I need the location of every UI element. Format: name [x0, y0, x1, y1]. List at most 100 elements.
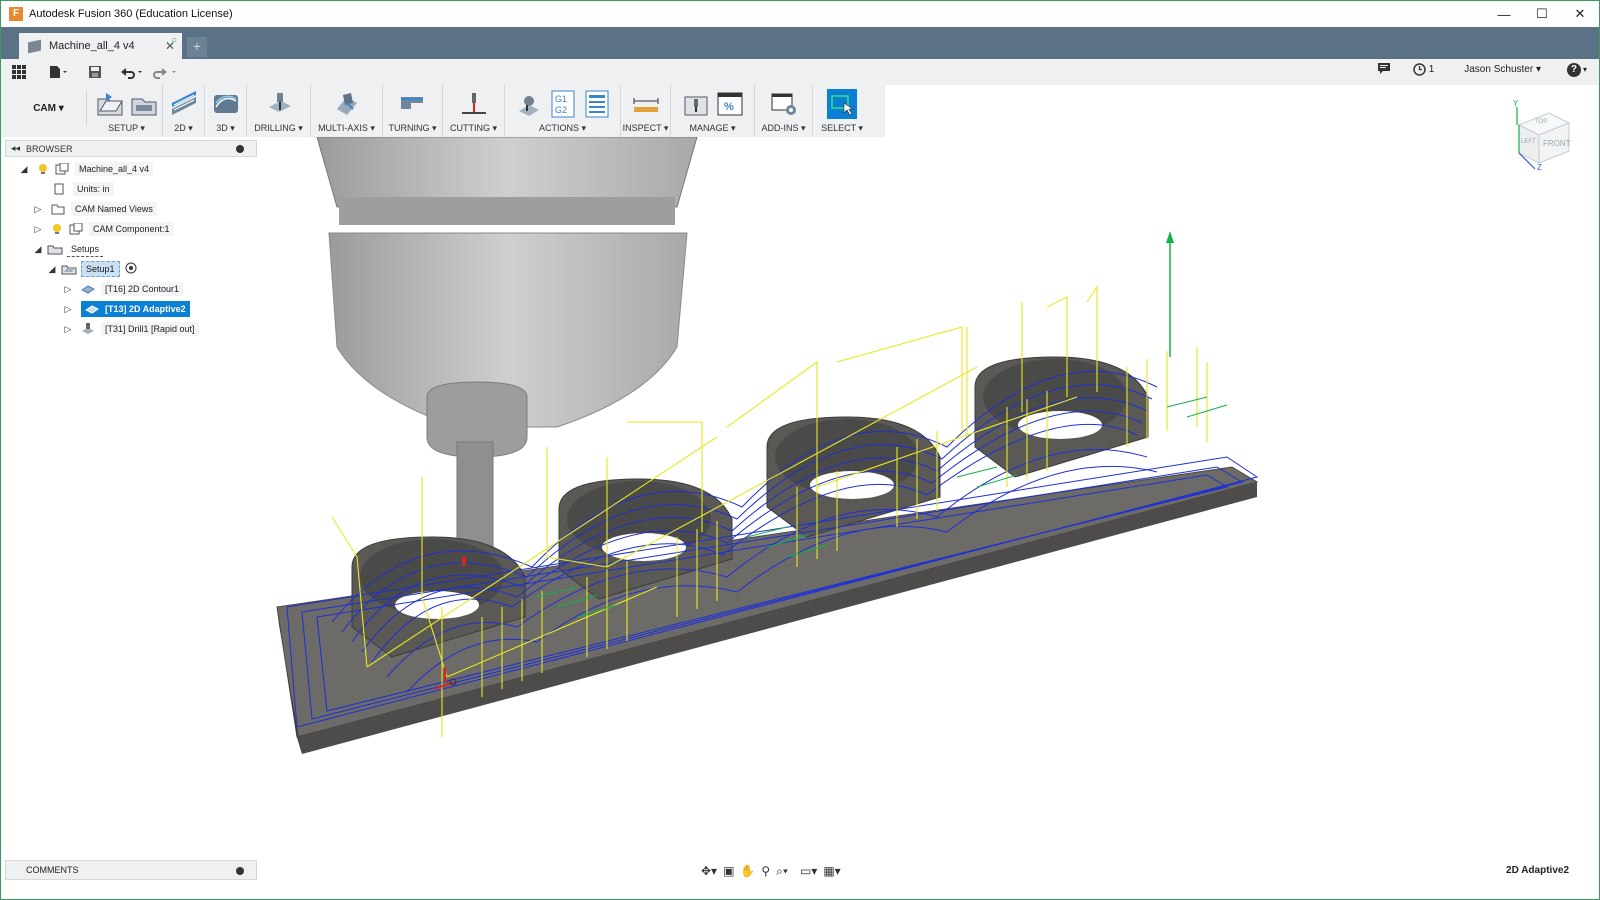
turning-group[interactable]: TURNING ▾ [383, 85, 443, 137]
redo-icon[interactable] [151, 62, 179, 82]
panel-options-icon[interactable] [236, 145, 244, 153]
multi-axis-group[interactable]: MULTI-AXIS ▾ [311, 85, 383, 137]
new-tab-button[interactable]: + [187, 37, 207, 57]
manage-group[interactable]: % MANAGE ▾ [671, 85, 755, 137]
turning-profile-icon[interactable] [398, 89, 428, 119]
expand-triangle-icon[interactable]: ▷ [33, 224, 43, 235]
selected-operation[interactable]: [T13] 2D Adaptive2 [81, 301, 190, 317]
user-account-menu[interactable]: Jason Schuster ▾ [1464, 64, 1541, 75]
swarf-icon[interactable] [332, 89, 362, 119]
display-settings-icon[interactable]: ▭▾ [800, 864, 817, 878]
stock-setup-icon[interactable] [129, 89, 159, 119]
simulate-icon[interactable] [514, 89, 544, 119]
2d-group[interactable]: 2D ▾ [163, 85, 205, 137]
maximize-button[interactable]: ☐ [1523, 1, 1561, 27]
tool-library-icon[interactable] [681, 89, 711, 119]
measure-icon[interactable] [631, 89, 661, 119]
job-count: 1 [1428, 64, 1435, 75]
drill-operation-icon [81, 323, 95, 335]
waterjet-icon[interactable] [459, 89, 489, 119]
adaptive-operation-icon [85, 305, 99, 314]
viewcube-left-label[interactable]: LEFT [1521, 139, 1536, 145]
tree-row-operation[interactable]: ▷ [T31] Drill1 [Rapid out] [63, 320, 199, 338]
expand-triangle-icon[interactable]: ▷ [63, 304, 73, 315]
comments-panel[interactable]: COMMENTS [5, 860, 257, 880]
drilling-group[interactable]: DRILLING ▾ [247, 85, 311, 137]
select-window-icon[interactable] [827, 89, 857, 119]
cutting-group-label: CUTTING ▾ [449, 123, 497, 133]
select-group[interactable]: SELECT ▾ [813, 85, 871, 137]
zoom-icon[interactable]: ⚲ [761, 864, 770, 878]
setup-group[interactable]: SETUP ▾ [91, 85, 163, 137]
close-tab-icon[interactable]: ✕ [165, 39, 175, 53]
cutting-group[interactable]: CUTTING ▾ [443, 85, 505, 137]
actions-group[interactable]: G1 G2 ACTIONS ▾ [505, 85, 621, 137]
document-tab-strip: Machine_all_4 v4 ○ ✕ + [1, 27, 1599, 59]
tree-row-setup1[interactable]: ◢ Setup1 [47, 260, 137, 278]
tree-row-setups[interactable]: ◢ Setups [33, 240, 104, 258]
3d-viewport[interactable]: TOP LEFT FRONT Y Z [257, 99, 1599, 857]
collapse-panel-icon[interactable]: ◂◂ [11, 143, 20, 154]
pan-icon[interactable]: ✋ [740, 864, 755, 878]
document-tab[interactable]: Machine_all_4 v4 ○ ✕ [19, 33, 182, 59]
undo-icon[interactable] [117, 62, 145, 82]
file-menu-icon[interactable] [45, 62, 71, 82]
tree-label: [T16] 2D Contour1 [101, 282, 184, 296]
3d-adaptive-icon[interactable] [211, 89, 241, 119]
view-cube[interactable]: TOP LEFT FRONT Y Z [1505, 97, 1575, 173]
tree-row-operation[interactable]: ▷ [T16] 2D Contour1 [63, 280, 184, 298]
browser-header: ◂◂ BROWSER [5, 140, 257, 157]
notifications-icon[interactable] [1377, 62, 1391, 77]
expand-triangle-icon[interactable]: ▷ [33, 204, 43, 215]
data-panel-grid-icon[interactable] [9, 62, 29, 82]
setup-sheet-icon[interactable] [582, 89, 612, 119]
inspect-group[interactable]: INSPECT ▾ [621, 85, 671, 137]
expand-triangle-icon[interactable]: ▷ [63, 284, 73, 295]
viewcube-top-label[interactable]: TOP [1535, 119, 1547, 125]
collapse-triangle-icon[interactable]: ◢ [19, 164, 29, 175]
drill-icon[interactable] [264, 89, 294, 119]
post-library-icon[interactable]: % [715, 89, 745, 119]
close-window-button[interactable]: ✕ [1561, 1, 1599, 27]
add-ins-group[interactable]: ADD-INS ▾ [755, 85, 813, 137]
tree-row-cam-component[interactable]: ▷ CAM Component:1 [33, 220, 174, 238]
2d-adaptive-icon[interactable] [169, 89, 199, 119]
viewcube-front-label[interactable]: FRONT [1543, 139, 1571, 148]
select-group-label: SELECT ▾ [821, 123, 863, 133]
save-icon[interactable] [85, 62, 105, 82]
look-at-icon[interactable]: ▣ [723, 864, 734, 878]
browser-title: BROWSER [26, 143, 73, 154]
cam-toolbar: CAM ▾ SETUP ▾ 2D ▾ 3D ▾ DRILLING ▾ MULTI… [1, 85, 885, 137]
minimize-button[interactable]: — [1485, 1, 1523, 27]
collapse-triangle-icon[interactable]: ◢ [33, 244, 43, 255]
lightbulb-icon[interactable] [51, 223, 65, 235]
fit-icon[interactable]: ⌕▾ [776, 864, 788, 879]
grid-settings-icon[interactable]: ▦▾ [823, 864, 840, 878]
setup-icon [61, 263, 77, 275]
3d-group[interactable]: 3D ▾ [205, 85, 247, 137]
manage-group-label: MANAGE ▾ [689, 123, 736, 133]
tree-row-root[interactable]: ◢ Machine_all_4 v4 [19, 160, 154, 178]
expand-triangle-icon[interactable]: ▷ [63, 324, 73, 335]
collapse-triangle-icon[interactable]: ◢ [47, 264, 57, 275]
fusion-window: F Autodesk Fusion 360 (Education License… [0, 0, 1600, 900]
title-bar: F Autodesk Fusion 360 (Education License… [1, 1, 1599, 27]
axis-y-label: Y [1513, 99, 1519, 108]
inspect-group-label: INSPECT ▾ [622, 123, 669, 133]
workspace-switcher[interactable]: CAM ▾ [11, 91, 87, 125]
multi-axis-group-label: MULTI-AXIS ▾ [318, 123, 375, 133]
job-status-button[interactable]: 1 [1412, 63, 1435, 76]
post-process-icon[interactable]: G1 G2 [548, 89, 578, 119]
orbit-icon[interactable]: ✥▾ [701, 864, 717, 878]
scripts-addins-icon[interactable] [769, 89, 799, 119]
comments-add-icon[interactable] [236, 867, 244, 875]
tree-row-operation-selected[interactable]: ▷ [T13] 2D Adaptive2 [63, 300, 190, 318]
help-icon[interactable]: ? ▾ [1566, 62, 1587, 77]
tree-row-units[interactable]: Units: in [41, 180, 114, 198]
new-setup-icon[interactable] [95, 89, 125, 119]
fusion-app-icon: F [9, 7, 23, 21]
active-setup-target-icon[interactable] [125, 262, 137, 276]
lightbulb-icon[interactable] [37, 163, 51, 175]
contour-operation-icon [81, 283, 95, 295]
tree-row-named-views[interactable]: ▷ CAM Named Views [33, 200, 157, 218]
